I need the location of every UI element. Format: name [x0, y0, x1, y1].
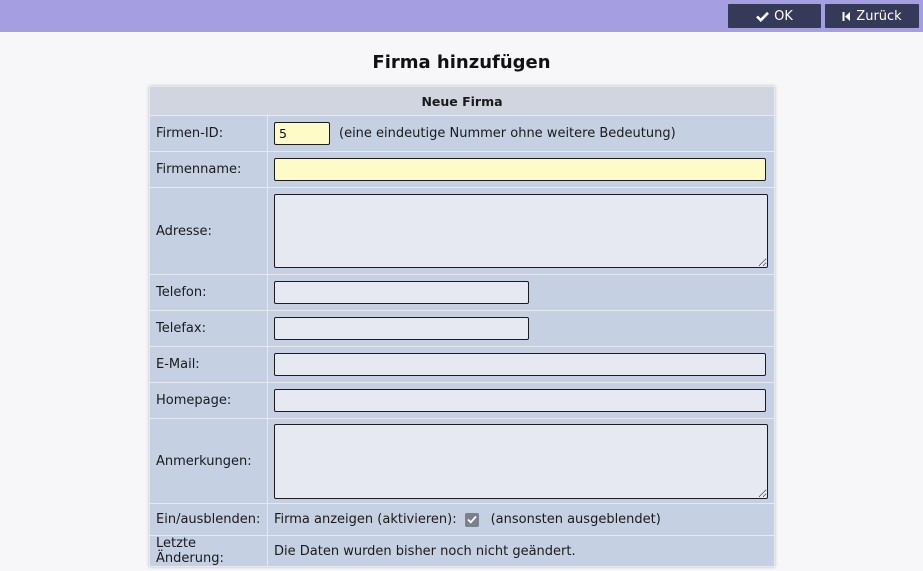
- email-label: E-Mail:: [149, 346, 268, 383]
- company-id-input[interactable]: [274, 122, 330, 145]
- phone-input[interactable]: [274, 281, 529, 304]
- row-visibility: Ein/ausblenden: Firma anzeigen (aktivier…: [149, 503, 775, 536]
- row-fax: Telefax:: [149, 310, 775, 347]
- row-email: E-Mail:: [149, 346, 775, 383]
- top-toolbar: OK Zurück: [0, 0, 923, 32]
- visibility-hint: (ansonsten ausgeblendet): [490, 512, 661, 527]
- ok-button[interactable]: OK: [728, 4, 821, 28]
- company-id-hint: (eine eindeutige Nummer ohne weitere Bed…: [339, 126, 676, 141]
- back-button-label: Zurück: [856, 8, 902, 24]
- homepage-input[interactable]: [274, 389, 766, 412]
- last-change-label: Letzte Änderung:: [149, 535, 268, 567]
- row-company-name: Firmenname:: [149, 151, 775, 188]
- checkmark-icon: [756, 11, 770, 22]
- homepage-label: Homepage:: [149, 382, 268, 419]
- visibility-label: Ein/ausblenden:: [149, 503, 268, 536]
- fax-input[interactable]: [274, 317, 529, 340]
- last-change-value: Die Daten wurden bisher noch nicht geänd…: [267, 535, 775, 567]
- company-name-input[interactable]: [274, 158, 766, 181]
- row-address: Adresse:: [149, 187, 775, 275]
- ok-button-label: OK: [774, 8, 793, 24]
- company-name-label: Firmenname:: [149, 151, 268, 188]
- row-company-id: Firmen-ID: (eine eindeutige Nummer ohne …: [149, 115, 775, 152]
- email-input[interactable]: [274, 353, 766, 376]
- fax-label: Telefax:: [149, 310, 268, 347]
- visibility-checkbox[interactable]: [464, 512, 479, 527]
- row-homepage: Homepage:: [149, 382, 775, 419]
- row-phone: Telefon:: [149, 274, 775, 311]
- page-title: Firma hinzufügen: [372, 52, 551, 73]
- skip-back-icon: [842, 11, 851, 21]
- company-form: Neue Firma Firmen-ID: (eine eindeutige N…: [149, 86, 775, 567]
- notes-textarea[interactable]: [274, 423, 768, 499]
- company-id-label: Firmen-ID:: [149, 115, 268, 152]
- row-last-change: Letzte Änderung: Die Daten wurden bisher…: [149, 535, 775, 567]
- address-label: Adresse:: [149, 187, 268, 275]
- address-textarea[interactable]: [274, 194, 768, 268]
- phone-label: Telefon:: [149, 274, 268, 311]
- form-header: Neue Firma: [149, 86, 775, 116]
- back-button[interactable]: Zurück: [825, 4, 919, 28]
- notes-label: Anmerkungen:: [149, 418, 268, 504]
- checkmark-icon: [466, 515, 477, 524]
- visibility-checkbox-label: Firma anzeigen (aktivieren):: [274, 512, 457, 527]
- row-notes: Anmerkungen:: [149, 418, 775, 504]
